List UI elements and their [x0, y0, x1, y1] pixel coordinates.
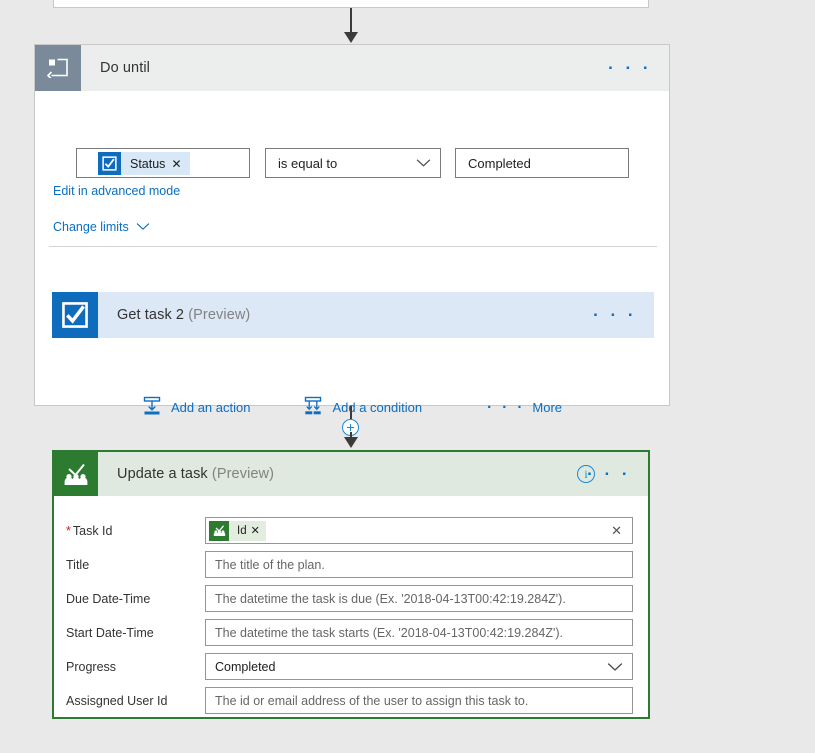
- id-token-label: Id: [237, 524, 247, 537]
- get-task-2-overflow-button[interactable]: · · ·: [593, 307, 637, 324]
- get-task-2-card[interactable]: Get task 2 (Preview) · · ·: [52, 292, 654, 338]
- status-token-chip[interactable]: Status ✕: [98, 152, 190, 175]
- form-row-start-date-time: Start Date-Time The datetime the task st…: [54, 619, 648, 646]
- add-an-action-label: Add an action: [170, 400, 251, 415]
- form-row-assigned-user-id: Assisgned User Id The id or email addres…: [54, 687, 648, 714]
- condition-value-input[interactable]: Completed: [455, 148, 629, 178]
- field-input-task-id[interactable]: Id ✕ ✕: [205, 517, 633, 544]
- field-select-progress[interactable]: Completed: [205, 653, 633, 680]
- partial-card-above[interactable]: [53, 0, 649, 8]
- edit-in-advanced-mode-link[interactable]: Edit in advanced mode: [53, 184, 180, 198]
- chevron-down-icon: [416, 158, 431, 168]
- do-until-header[interactable]: Do until · · ·: [35, 45, 669, 91]
- do-until-title: Do until: [100, 60, 150, 76]
- status-token-remove-icon[interactable]: ✕: [171, 157, 189, 171]
- field-label-start-date-time: Start Date-Time: [66, 625, 154, 640]
- get-task-2-title: Get task 2 (Preview): [117, 307, 250, 323]
- update-a-task-title-text: Update a task: [117, 466, 208, 482]
- chevron-down-icon: [136, 219, 150, 234]
- field-input-due-date-time[interactable]: The datetime the task is due (Ex. '2018-…: [205, 585, 633, 612]
- change-limits-toggle[interactable]: Change limits: [53, 219, 150, 234]
- more-label: More: [532, 400, 563, 415]
- condition-operator-value: is equal to: [278, 155, 338, 171]
- get-task-2-preview-tag: (Preview): [188, 307, 251, 323]
- loop-icon: [35, 45, 81, 91]
- condition-operator-select[interactable]: is equal to: [265, 148, 441, 178]
- people-check-icon: [54, 452, 98, 496]
- field-input-title[interactable]: The title of the plan.: [205, 551, 633, 578]
- field-label-progress: Progress: [66, 659, 117, 674]
- do-until-overflow-button[interactable]: · · ·: [608, 60, 652, 77]
- form-row-title: Title The title of the plan.: [54, 551, 648, 578]
- add-action-icon: [142, 396, 162, 419]
- field-input-assigned-user-id[interactable]: The id or email address of the user to a…: [205, 687, 633, 714]
- more-button[interactable]: · · · More: [487, 399, 562, 416]
- condition-left-operand-box[interactable]: Status ✕: [76, 148, 250, 178]
- id-token-remove-icon[interactable]: ✕: [251, 524, 266, 537]
- form-row-task-id: * Task Id Id ✕ ✕: [54, 517, 648, 544]
- update-a-task-title: Update a task (Preview): [117, 466, 274, 482]
- get-task-2-title-text: Get task 2: [117, 307, 185, 323]
- field-label-title: Title: [66, 557, 90, 572]
- people-check-icon: [209, 520, 229, 541]
- chevron-down-icon: [607, 662, 623, 672]
- form-row-progress: Progress Completed: [54, 653, 648, 680]
- connector-arrow-bottom: [344, 437, 358, 448]
- field-label-due-date-time: Due Date-Time: [66, 591, 151, 606]
- checkbox-icon: [52, 292, 98, 338]
- id-token-chip[interactable]: Id ✕: [209, 520, 266, 541]
- more-dots-icon: · · ·: [487, 399, 526, 416]
- clear-field-icon[interactable]: ✕: [611, 523, 622, 539]
- do-until-separator: [49, 246, 657, 247]
- field-label-assigned-user-id: Assisgned User Id: [66, 693, 168, 708]
- add-a-condition-button[interactable]: Add a condition: [303, 396, 422, 419]
- update-a-task-preview-tag: (Preview): [211, 466, 275, 482]
- update-a-task-overflow-button[interactable]: · · ·: [587, 466, 631, 483]
- connector-arrow-top: [344, 32, 358, 43]
- update-a-task-card[interactable]: Update a task (Preview) i · · · * Task Id: [52, 450, 650, 719]
- add-an-action-button[interactable]: Add an action: [142, 396, 251, 419]
- do-until-card[interactable]: Do until · · · Status ✕ is equal to Comp…: [34, 44, 670, 416]
- status-token-label: Status: [130, 156, 166, 171]
- field-label-task-id: * Task Id: [66, 524, 112, 538]
- field-input-start-date-time[interactable]: The datetime the task starts (Ex. '2018-…: [205, 619, 633, 646]
- required-asterisk: *: [66, 523, 71, 538]
- form-row-due-date-time: Due Date-Time The datetime the task is d…: [54, 585, 648, 612]
- field-select-progress-value: Completed: [215, 659, 276, 674]
- update-a-task-header[interactable]: Update a task (Preview) i · · ·: [54, 452, 648, 496]
- change-limits-label: Change limits: [53, 219, 129, 234]
- add-condition-icon: [303, 396, 323, 419]
- field-label-task-id-text: Task Id: [72, 523, 113, 538]
- checkbox-icon: [98, 152, 121, 175]
